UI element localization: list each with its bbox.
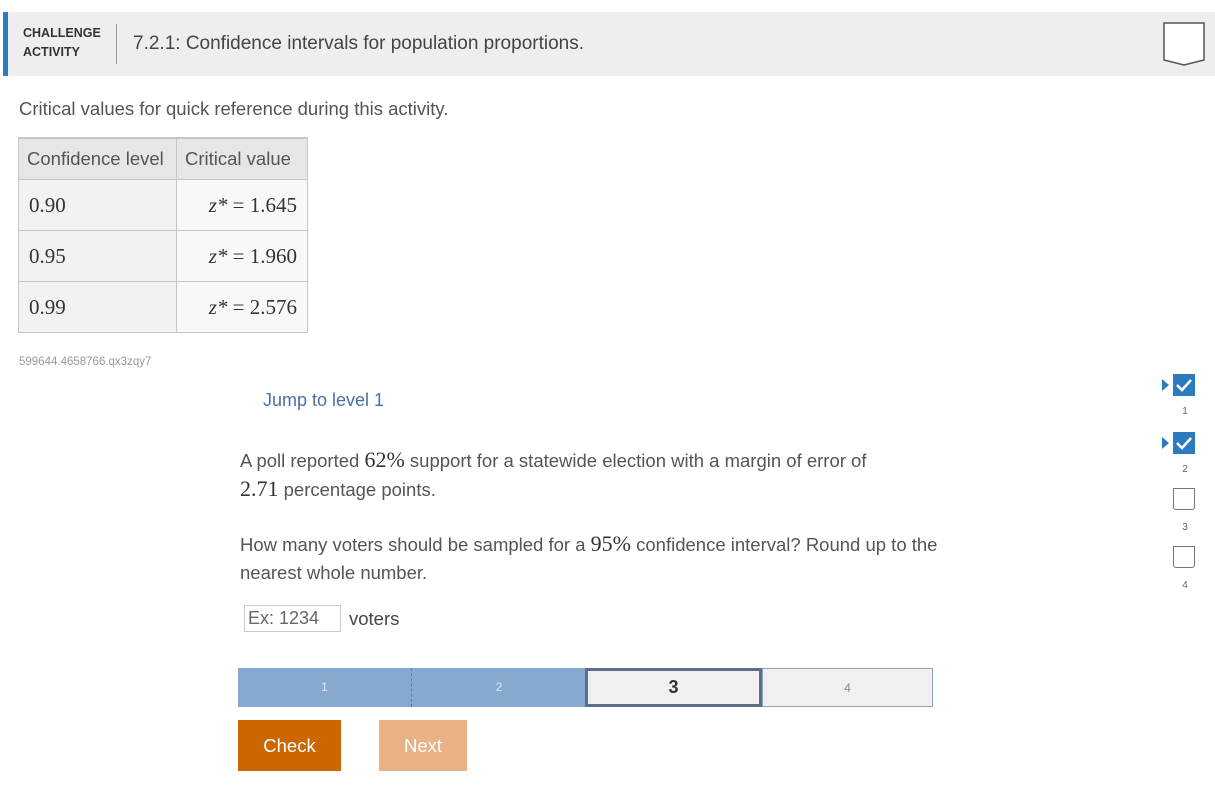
activity-type-line1: CHALLENGE bbox=[23, 26, 101, 40]
equals-sign: = bbox=[232, 243, 245, 268]
table-row: 0.99 z* = 2.576 bbox=[18, 281, 308, 333]
level-4-badge-icon[interactable] bbox=[1173, 546, 1195, 568]
progress-level-3-current[interactable]: 3 bbox=[585, 668, 762, 707]
progress-level-1[interactable]: 1 bbox=[238, 668, 412, 707]
equals-sign: = bbox=[232, 192, 245, 217]
activity-code: 599644.4658766.qx3zqy7 bbox=[19, 356, 152, 368]
q1-text-b: support for a statewide election with a … bbox=[404, 450, 867, 471]
critical-value-cell: z* = 2.576 bbox=[176, 281, 308, 333]
col-header-confidence: Confidence level bbox=[18, 137, 177, 180]
jump-to-level-link[interactable]: Jump to level 1 bbox=[263, 390, 384, 411]
side-level-number: 3 bbox=[1182, 522, 1188, 533]
activity-title: 7.2.1: Confidence intervals for populati… bbox=[133, 33, 584, 54]
equals-sign: = bbox=[232, 294, 245, 319]
level-3-badge-icon[interactable] bbox=[1173, 488, 1195, 510]
activity-type-line2: ACTIVITY bbox=[23, 45, 80, 59]
q1-text-a: A poll reported bbox=[240, 450, 365, 471]
progress-level-4[interactable]: 4 bbox=[762, 668, 933, 707]
check-button[interactable]: Check bbox=[238, 720, 341, 771]
critical-values-table: Confidence level Critical value 0.90 z* … bbox=[18, 137, 308, 333]
table-header-row: Confidence level Critical value bbox=[18, 137, 308, 180]
answer-input[interactable] bbox=[244, 605, 341, 632]
table-row: 0.90 z* = 1.645 bbox=[18, 179, 308, 231]
z-symbol: z* bbox=[208, 294, 228, 319]
question-paragraph-2: How many voters should be sampled for a … bbox=[240, 530, 940, 587]
critical-value: 2.576 bbox=[249, 294, 297, 319]
z-symbol: z* bbox=[208, 243, 228, 268]
progress-level-2[interactable]: 2 bbox=[412, 668, 586, 707]
critical-value: 1.960 bbox=[249, 243, 297, 268]
answer-unit-label: voters bbox=[349, 608, 400, 629]
side-level-number: 4 bbox=[1182, 580, 1188, 591]
question-paragraph-1: A poll reported 62% support for a statew… bbox=[240, 446, 940, 504]
margin-of-error: 2.71 bbox=[240, 476, 279, 501]
critical-value-cell: z* = 1.645 bbox=[176, 179, 308, 231]
q2-text-a: How many voters should be sampled for a bbox=[240, 534, 591, 555]
completion-badge-icon bbox=[1163, 22, 1205, 66]
activity-type-label: CHALLENGE ACTIVITY bbox=[23, 24, 101, 62]
col-header-critical: Critical value bbox=[176, 137, 308, 180]
confidence-level-cell: 0.99 bbox=[18, 281, 177, 333]
activity-header: CHALLENGE ACTIVITY 7.2.1: Confidence int… bbox=[3, 12, 1215, 76]
critical-value: 1.645 bbox=[249, 192, 297, 217]
level-2-check-icon[interactable] bbox=[1173, 432, 1195, 454]
table-row: 0.95 z* = 1.960 bbox=[18, 230, 308, 282]
support-percent: 62% bbox=[364, 447, 405, 472]
q1-text-c: percentage points. bbox=[278, 479, 436, 500]
intro-text: Critical values for quick reference duri… bbox=[19, 98, 449, 119]
level-2-pointer-icon bbox=[1162, 437, 1169, 449]
level-1-pointer-icon bbox=[1162, 379, 1169, 391]
level-1-check-icon[interactable] bbox=[1173, 374, 1195, 396]
critical-value-cell: z* = 1.960 bbox=[176, 230, 308, 282]
confidence-level-cell: 0.95 bbox=[18, 230, 177, 282]
header-divider bbox=[116, 24, 117, 64]
side-level-number: 1 bbox=[1182, 406, 1188, 417]
confidence-percent: 95% bbox=[590, 531, 631, 556]
side-level-number: 2 bbox=[1182, 464, 1188, 475]
confidence-level-cell: 0.90 bbox=[18, 179, 177, 231]
header-accent-bar bbox=[3, 12, 8, 76]
z-symbol: z* bbox=[208, 192, 228, 217]
next-button[interactable]: Next bbox=[379, 720, 467, 771]
